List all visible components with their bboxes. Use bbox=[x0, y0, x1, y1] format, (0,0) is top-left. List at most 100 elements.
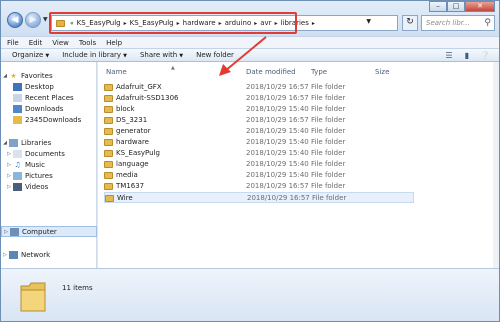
chevron-right-icon[interactable]: ▸ bbox=[219, 20, 222, 27]
address-bar[interactable]: « KS_EasyPulg ▸ KS_EasyPulg ▸ hardware ▸… bbox=[51, 15, 398, 31]
folder-icon bbox=[104, 106, 113, 113]
folder-icon bbox=[104, 117, 113, 124]
file-row[interactable]: Adafruit_GFX 2018/10/29 16:57 File folder bbox=[104, 82, 414, 93]
address-dropdown-icon[interactable]: ▼ bbox=[366, 18, 371, 25]
star-icon: ★ bbox=[10, 71, 17, 80]
expand-icon: ▷ bbox=[7, 183, 11, 190]
search-icon[interactable]: ⚲ bbox=[484, 18, 491, 28]
chevron-right-icon[interactable]: ▸ bbox=[124, 20, 127, 27]
vertical-scrollbar[interactable] bbox=[493, 62, 499, 268]
folder-icon bbox=[104, 150, 113, 157]
maximize-button[interactable]: □ bbox=[447, 1, 465, 12]
file-row[interactable]: KS_EasyPulg 2018/10/29 15:40 File folder bbox=[104, 148, 414, 159]
file-row[interactable]: block 2018/10/29 15:40 File folder bbox=[104, 104, 414, 115]
title-bar: ◀ ▶ ▼ « KS_EasyPulg ▸ KS_EasyPulg ▸ hard… bbox=[1, 1, 499, 36]
preview-pane-icon[interactable]: ▮ bbox=[461, 51, 473, 61]
chevron-down-icon: ▼ bbox=[45, 53, 50, 59]
chevron-right-icon[interactable]: ▸ bbox=[177, 20, 180, 27]
column-name[interactable]: Name bbox=[106, 68, 127, 76]
folder-icon bbox=[104, 84, 113, 91]
menu-edit[interactable]: Edit bbox=[29, 39, 43, 47]
file-row[interactable]: Wire 2018/10/29 16:57 File folder bbox=[104, 192, 414, 203]
breadcrumb-item[interactable]: avr bbox=[260, 19, 271, 27]
nav-documents[interactable]: ▷ Documents bbox=[1, 148, 97, 159]
expand-icon: ▷ bbox=[7, 161, 11, 168]
breadcrumb-item[interactable]: hardware bbox=[183, 19, 216, 27]
view-controls: ☰ ▮ ❔ bbox=[437, 51, 491, 61]
nav-music[interactable]: ▷ ♫ Music bbox=[1, 159, 97, 170]
nav-favorites[interactable]: ◢ ★ Favorites bbox=[1, 70, 97, 81]
menu-tools[interactable]: Tools bbox=[79, 39, 96, 47]
folder-icon bbox=[104, 139, 113, 146]
details-pane: 11 items bbox=[1, 268, 499, 321]
include-in-library-button[interactable]: Include in library ▼ bbox=[62, 51, 127, 59]
nav-downloads[interactable]: Downloads bbox=[1, 103, 97, 114]
menu-file[interactable]: File bbox=[7, 39, 19, 47]
nav-libraries[interactable]: ◢ Libraries bbox=[1, 137, 97, 148]
expand-icon: ◢ bbox=[3, 139, 7, 146]
column-date-modified[interactable]: Date modified bbox=[246, 68, 296, 76]
file-row[interactable]: TM1637 2018/10/29 16:57 File folder bbox=[104, 181, 414, 192]
breadcrumb-item[interactable]: libraries bbox=[281, 19, 309, 27]
minimize-button[interactable]: – bbox=[429, 1, 447, 12]
recent-pages-dropdown[interactable]: ▼ bbox=[43, 16, 48, 23]
chevron-down-icon: ▼ bbox=[123, 53, 127, 59]
breadcrumb-item[interactable]: KS_EasyPulg bbox=[130, 19, 174, 27]
computer-icon bbox=[10, 227, 19, 236]
column-size[interactable]: Size bbox=[375, 68, 389, 76]
breadcrumb-item[interactable]: arduino bbox=[225, 19, 252, 27]
item-count: 11 items bbox=[62, 284, 93, 292]
nav-recent-places[interactable]: Recent Places bbox=[1, 92, 97, 103]
folder-icon bbox=[56, 19, 65, 27]
videos-icon bbox=[13, 182, 22, 191]
change-view-icon[interactable]: ☰ bbox=[443, 51, 455, 61]
forward-button[interactable]: ▶ bbox=[25, 12, 41, 28]
expand-icon: ▷ bbox=[7, 172, 11, 179]
refresh-icon[interactable]: ↻ bbox=[402, 15, 418, 31]
network-icon bbox=[9, 250, 18, 259]
pictures-icon bbox=[13, 171, 22, 180]
file-row[interactable]: generator 2018/10/29 15:40 File folder bbox=[104, 126, 414, 137]
folder-icon bbox=[20, 282, 46, 312]
menu-help[interactable]: Help bbox=[106, 39, 122, 47]
folder-icon bbox=[104, 128, 113, 135]
file-row[interactable]: hardware 2018/10/29 15:40 File folder bbox=[104, 137, 414, 148]
folder-icon bbox=[104, 183, 113, 190]
share-with-button[interactable]: Share with ▼ bbox=[140, 51, 183, 59]
folder-icon bbox=[104, 161, 113, 168]
chevron-double-icon: « bbox=[70, 19, 74, 27]
chevron-right-icon[interactable]: ▸ bbox=[312, 20, 315, 27]
nav-pictures[interactable]: ▷ Pictures bbox=[1, 170, 97, 181]
menu-view[interactable]: View bbox=[52, 39, 69, 47]
chevron-right-icon[interactable]: ▸ bbox=[254, 20, 257, 27]
folder-icon bbox=[13, 115, 22, 124]
new-folder-button[interactable]: New folder bbox=[196, 51, 234, 59]
file-row[interactable]: DS_3231 2018/10/29 16:57 File folder bbox=[104, 115, 414, 126]
nav-2345downloads[interactable]: 2345Downloads bbox=[1, 114, 97, 125]
help-icon[interactable]: ❔ bbox=[479, 51, 491, 61]
nav-desktop[interactable]: Desktop bbox=[1, 81, 97, 92]
folder-icon bbox=[105, 195, 114, 202]
file-row[interactable]: media 2018/10/29 15:40 File folder bbox=[104, 170, 414, 181]
column-type[interactable]: Type bbox=[311, 68, 327, 76]
documents-icon bbox=[13, 149, 22, 158]
back-button[interactable]: ◀ bbox=[7, 12, 23, 28]
close-button[interactable]: ✕ bbox=[465, 1, 495, 12]
file-row[interactable]: language 2018/10/29 15:40 File folder bbox=[104, 159, 414, 170]
recent-places-icon bbox=[13, 93, 22, 102]
menu-bar: File Edit View Tools Help bbox=[1, 36, 499, 48]
nav-network[interactable]: ▷ Network bbox=[1, 249, 97, 260]
folder-icon bbox=[104, 95, 113, 102]
search-input[interactable]: Search libr... ⚲ bbox=[421, 15, 495, 31]
chevron-right-icon[interactable]: ▸ bbox=[275, 20, 278, 27]
file-row[interactable]: Adafruit-SSD1306 2018/10/29 16:57 File fol… bbox=[104, 93, 414, 104]
folder-icon bbox=[104, 172, 113, 179]
expand-icon: ▷ bbox=[7, 150, 11, 157]
breadcrumb-item[interactable]: KS_EasyPulg bbox=[77, 19, 121, 27]
nav-videos[interactable]: ▷ Videos bbox=[1, 181, 97, 192]
libraries-icon bbox=[9, 138, 18, 147]
command-bar: Organize ▼ Include in library ▼ Share with… bbox=[1, 48, 499, 62]
column-headers: ▲ Name Date modified Type Size bbox=[98, 65, 499, 78]
organize-button[interactable]: Organize ▼ bbox=[12, 51, 49, 59]
nav-computer[interactable]: ▷ Computer bbox=[1, 226, 97, 237]
